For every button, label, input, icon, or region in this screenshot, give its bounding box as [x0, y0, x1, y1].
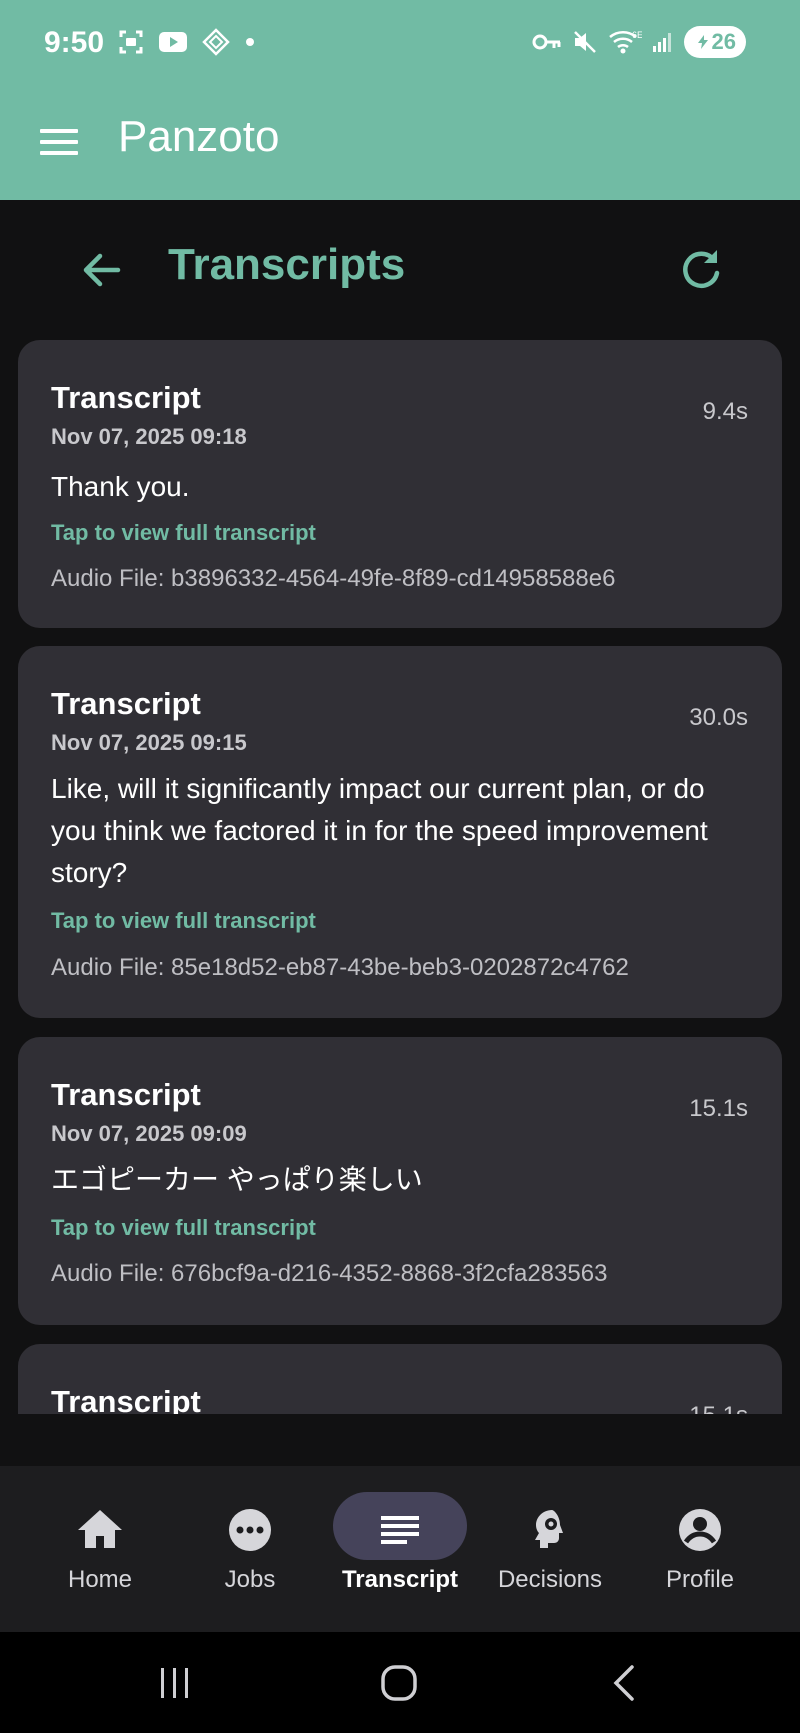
transcript-card[interactable]: Transcript 15.1s [18, 1344, 782, 1414]
battery-saver-icon [697, 35, 708, 49]
app-bar: Panzoto [0, 90, 800, 200]
transcript-duration: 30.0s [689, 704, 748, 731]
app-title: Panzoto [118, 112, 280, 161]
wifi-icon: 6E [608, 30, 642, 54]
status-icons-left [118, 28, 256, 56]
system-navigation-bar [0, 1632, 800, 1733]
transcript-title: Transcript [51, 1384, 201, 1414]
nav-label: Home [67, 1566, 133, 1593]
dot-icon [246, 38, 254, 46]
vpn-key-icon [532, 34, 561, 50]
audio-file-label: Audio File: 85e18d52-eb87-43be-beb3-0202… [51, 954, 629, 981]
transcript-list[interactable]: Transcript Nov 07, 2025 09:18 9.4s Thank… [18, 340, 784, 1414]
mute-icon [573, 31, 596, 53]
more-horizontal-icon [229, 1509, 271, 1551]
battery-level: 26 [711, 29, 736, 54]
transcript-card[interactable]: Transcript Nov 07, 2025 09:18 9.4s Thank… [18, 340, 782, 628]
nav-transcript[interactable]: Transcript [325, 1466, 475, 1632]
view-full-transcript-link[interactable]: Tap to view full transcript [51, 908, 316, 934]
transcript-text: Like, will it significantly impact our c… [51, 773, 708, 888]
back-arrow-icon[interactable] [78, 246, 126, 294]
refresh-icon[interactable] [676, 244, 726, 294]
page-title: Transcripts [168, 240, 406, 289]
view-full-transcript-link[interactable]: Tap to view full transcript [51, 520, 316, 546]
notes-icon [381, 1516, 419, 1544]
account-circle-icon [679, 1509, 721, 1551]
audio-file-label: Audio File: 676bcf9a-d216-4352-8868-3f2c… [51, 1260, 608, 1287]
transcript-text: エゴピーカー やっぱり楽しい [51, 1164, 423, 1195]
youtube-icon [159, 32, 187, 52]
transcript-date: Nov 07, 2025 09:09 [51, 1121, 247, 1146]
transcript-duration: 15.1s [689, 1095, 748, 1122]
nav-label: Decisions [497, 1566, 603, 1593]
recent-apps-icon[interactable] [150, 1658, 200, 1708]
status-time: 9:50 [44, 26, 105, 59]
head-gear-icon [535, 1510, 563, 1548]
nav-jobs[interactable]: Jobs [175, 1466, 325, 1632]
status-bar: 9:50 6E 26 [0, 0, 800, 90]
bottom-navigation: Home Jobs Transcript Decisions Profile [0, 1466, 800, 1632]
signal-icon [652, 33, 671, 52]
nav-decisions[interactable]: Decisions [475, 1466, 625, 1632]
nav-label: Profile [665, 1566, 735, 1593]
transcript-duration: 9.4s [702, 398, 748, 425]
battery-icon: 26 [683, 26, 746, 58]
network-label: 6E [632, 30, 642, 40]
home-icon [78, 1510, 122, 1548]
view-full-transcript-link[interactable]: Tap to view full transcript [51, 1215, 316, 1241]
transcript-card[interactable]: Transcript Nov 07, 2025 09:15 30.0s Like… [18, 646, 782, 1018]
screenshot-icon [119, 30, 143, 54]
status-icons-right: 6E 26 [532, 26, 746, 58]
nav-label: Transcript [341, 1566, 459, 1593]
transcript-title: Transcript [51, 686, 201, 721]
nav-home[interactable]: Home [25, 1466, 175, 1632]
back-button-icon[interactable] [600, 1658, 650, 1708]
transcript-title: Transcript [51, 1077, 201, 1112]
nav-label: Jobs [224, 1566, 276, 1593]
transcript-duration: 15.1s [689, 1402, 748, 1414]
menu-icon[interactable] [38, 120, 82, 164]
transcript-date: Nov 07, 2025 09:18 [51, 424, 247, 449]
transcript-title: Transcript [51, 380, 201, 415]
transcript-card[interactable]: Transcript Nov 07, 2025 09:09 15.1s エゴピー… [18, 1037, 782, 1325]
audio-file-label: Audio File: b3896332-4564-49fe-8f89-cd14… [51, 565, 616, 592]
app-icon [202, 28, 230, 56]
transcript-date: Nov 07, 2025 09:15 [51, 730, 247, 755]
home-button-icon[interactable] [374, 1658, 424, 1708]
nav-profile[interactable]: Profile [625, 1466, 775, 1632]
transcript-text: Thank you. [51, 471, 190, 502]
